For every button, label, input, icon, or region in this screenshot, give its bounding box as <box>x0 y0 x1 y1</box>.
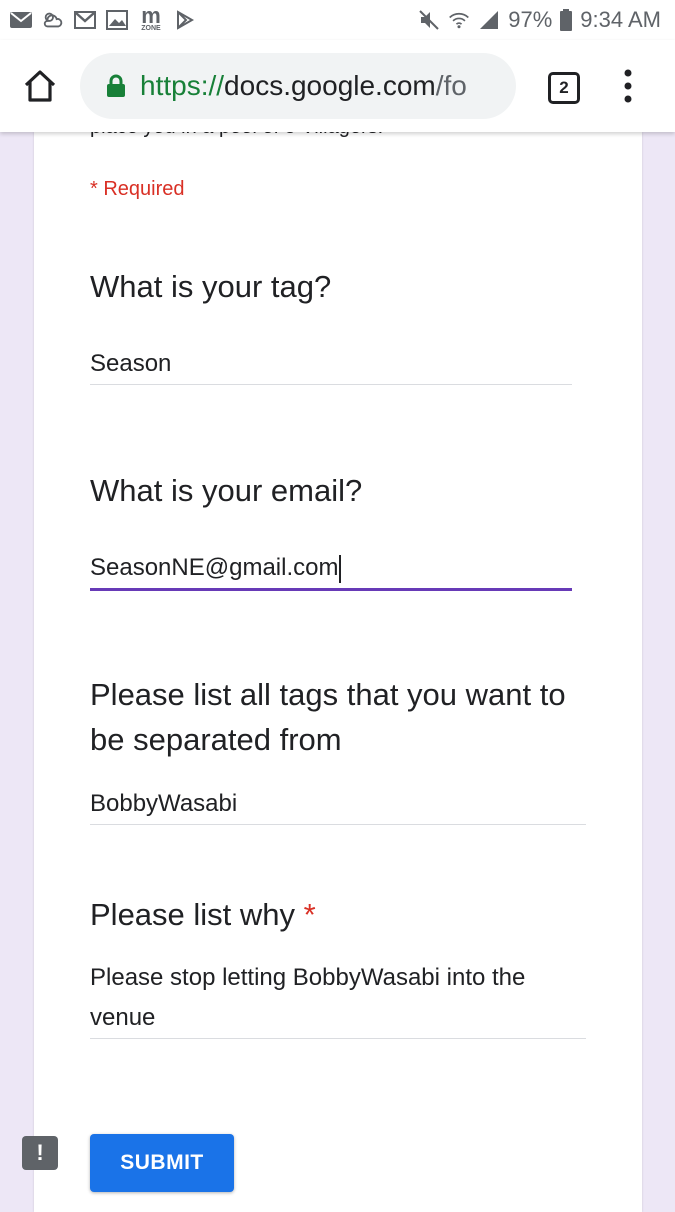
text-caret <box>339 554 342 583</box>
address-bar[interactable]: https://docs.google.com/fo <box>80 53 516 119</box>
lock-icon <box>107 74 125 97</box>
battery-icon <box>560 9 573 31</box>
wifi-icon <box>448 9 470 31</box>
home-icon <box>24 70 56 102</box>
url-host: docs.google.com <box>224 70 436 101</box>
more-vert-icon <box>624 69 632 103</box>
required-note: * Required <box>90 178 185 200</box>
signal-icon <box>478 9 500 31</box>
mute-icon <box>418 9 440 31</box>
separated-tags-value: BobbyWasabi <box>90 790 238 817</box>
feedback-icon: ! <box>36 1140 44 1165</box>
notification-icons: m ZONE <box>0 3 196 33</box>
url-text: https://docs.google.com/fo <box>140 70 467 102</box>
required-asterisk: * <box>303 897 316 932</box>
play-store-icon <box>174 9 196 31</box>
separated-tags-input[interactable]: BobbyWasabi <box>90 784 586 825</box>
why-textarea[interactable]: Please stop letting BobbyWasabi into the… <box>90 958 586 1039</box>
gallery-icon <box>106 9 128 31</box>
feedback-button[interactable]: ! <box>22 1136 58 1170</box>
url-path: /fo <box>435 70 467 101</box>
question-title-email: What is your email? <box>90 473 363 508</box>
weather-icon <box>42 9 64 31</box>
question-title-separated: Please list all tags that you want to be… <box>90 677 566 757</box>
url-scheme: https:// <box>140 70 225 101</box>
form-card: place you in a pool of 5 Villagers. * Re… <box>34 116 642 1212</box>
browser-toolbar: https://docs.google.com/fo 2 <box>0 40 675 132</box>
why-title-text: Please list why <box>90 897 296 932</box>
email-input[interactable]: SeasonNE@gmail.com <box>90 548 572 591</box>
status-bar: m ZONE 97% 9:34 AM <box>0 0 675 40</box>
system-status: 97% 9:34 AM <box>418 7 675 33</box>
tab-switcher-button[interactable]: 2 <box>548 72 580 104</box>
mzone-icon: m ZONE <box>141 3 161 33</box>
gmail-icon <box>74 9 96 31</box>
home-button[interactable] <box>20 66 60 106</box>
question-title-why: Please list why * <box>90 892 590 937</box>
email-input-value: SeasonNE@gmail.com <box>90 554 339 581</box>
battery-percent: 97% <box>508 7 553 32</box>
question-title-tag: What is your tag? <box>90 269 332 304</box>
tag-input[interactable]: Season <box>90 344 572 385</box>
mail-icon <box>10 9 32 31</box>
clock: 9:34 AM <box>580 7 661 32</box>
submit-button[interactable]: SUBMIT <box>90 1134 234 1192</box>
tag-input-value: Season <box>90 350 172 377</box>
overflow-menu-button[interactable] <box>620 68 636 104</box>
